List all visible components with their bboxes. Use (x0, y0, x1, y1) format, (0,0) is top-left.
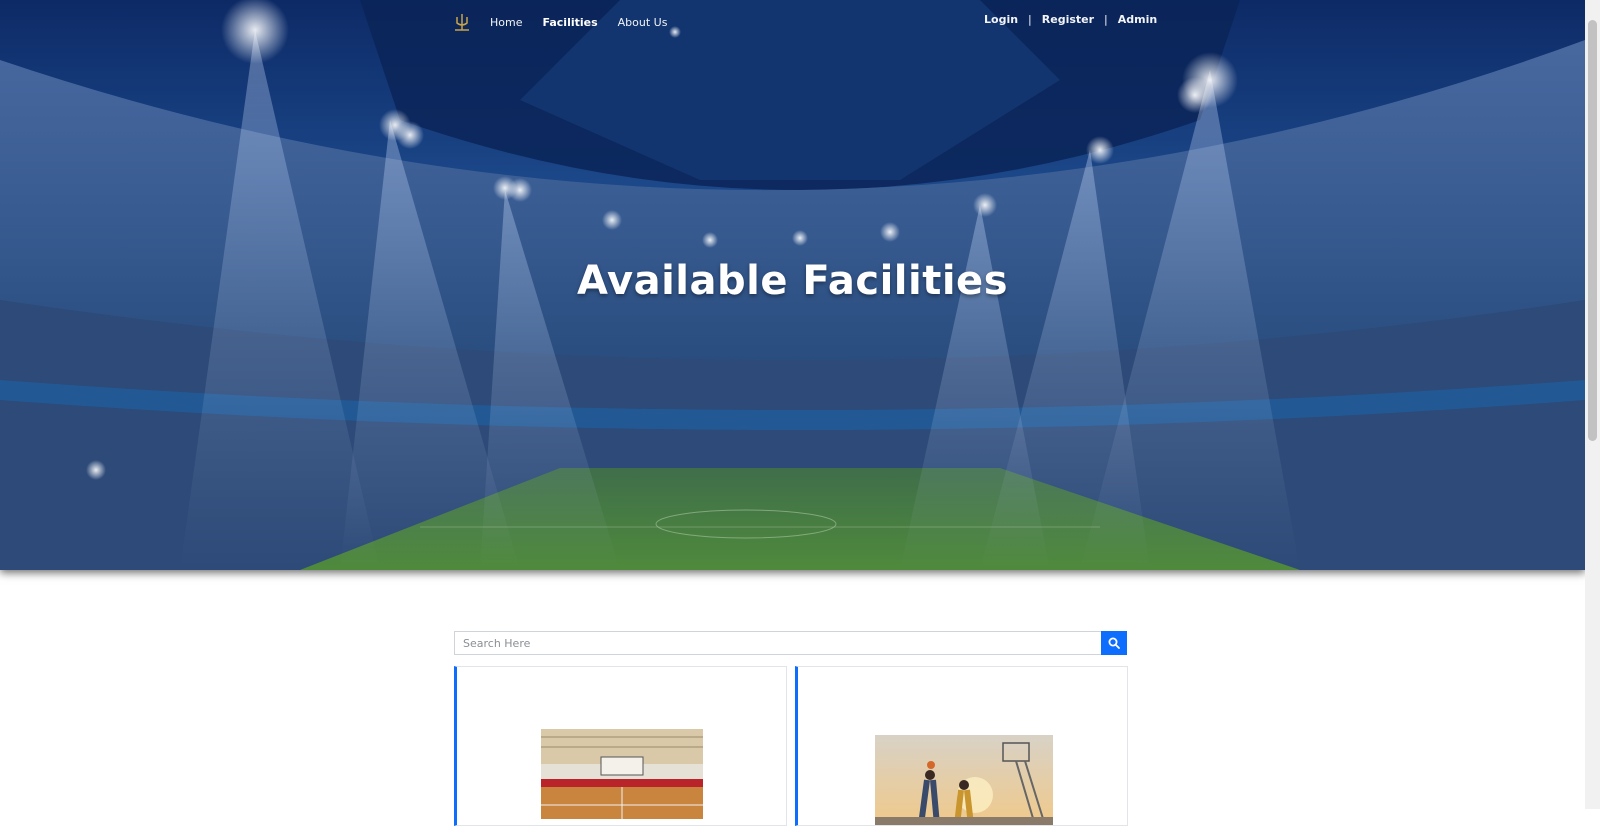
nav-separator: | (1028, 13, 1032, 26)
main-navigation: Home Facilities About Us (454, 13, 667, 31)
search-bar (454, 631, 1127, 655)
auth-navigation: Login | Register | Admin (984, 13, 1157, 26)
trident-logo-icon[interactable] (454, 13, 470, 31)
facility-card[interactable] (795, 666, 1128, 826)
nav-separator: | (1104, 13, 1108, 26)
login-link[interactable]: Login (984, 13, 1018, 26)
search-input[interactable] (454, 631, 1101, 655)
admin-link[interactable]: Admin (1118, 13, 1157, 26)
indoor-gym-photo[interactable] (541, 729, 703, 819)
nav-link-about-us[interactable]: About Us (618, 16, 668, 29)
outdoor-basketball-photo[interactable] (875, 735, 1053, 825)
search-icon (1108, 637, 1120, 649)
page-title: Available Facilities (577, 258, 1008, 304)
nav-link-home[interactable]: Home (490, 16, 522, 29)
search-button[interactable] (1101, 631, 1127, 655)
facility-card[interactable] (454, 666, 787, 826)
scrollbar-thumb[interactable] (1588, 20, 1597, 441)
page-scrollbar[interactable] (1585, 0, 1600, 809)
register-link[interactable]: Register (1042, 13, 1094, 26)
hero-banner: Home Facilities About Us Login | Registe… (0, 0, 1585, 570)
nav-link-facilities[interactable]: Facilities (542, 16, 597, 29)
